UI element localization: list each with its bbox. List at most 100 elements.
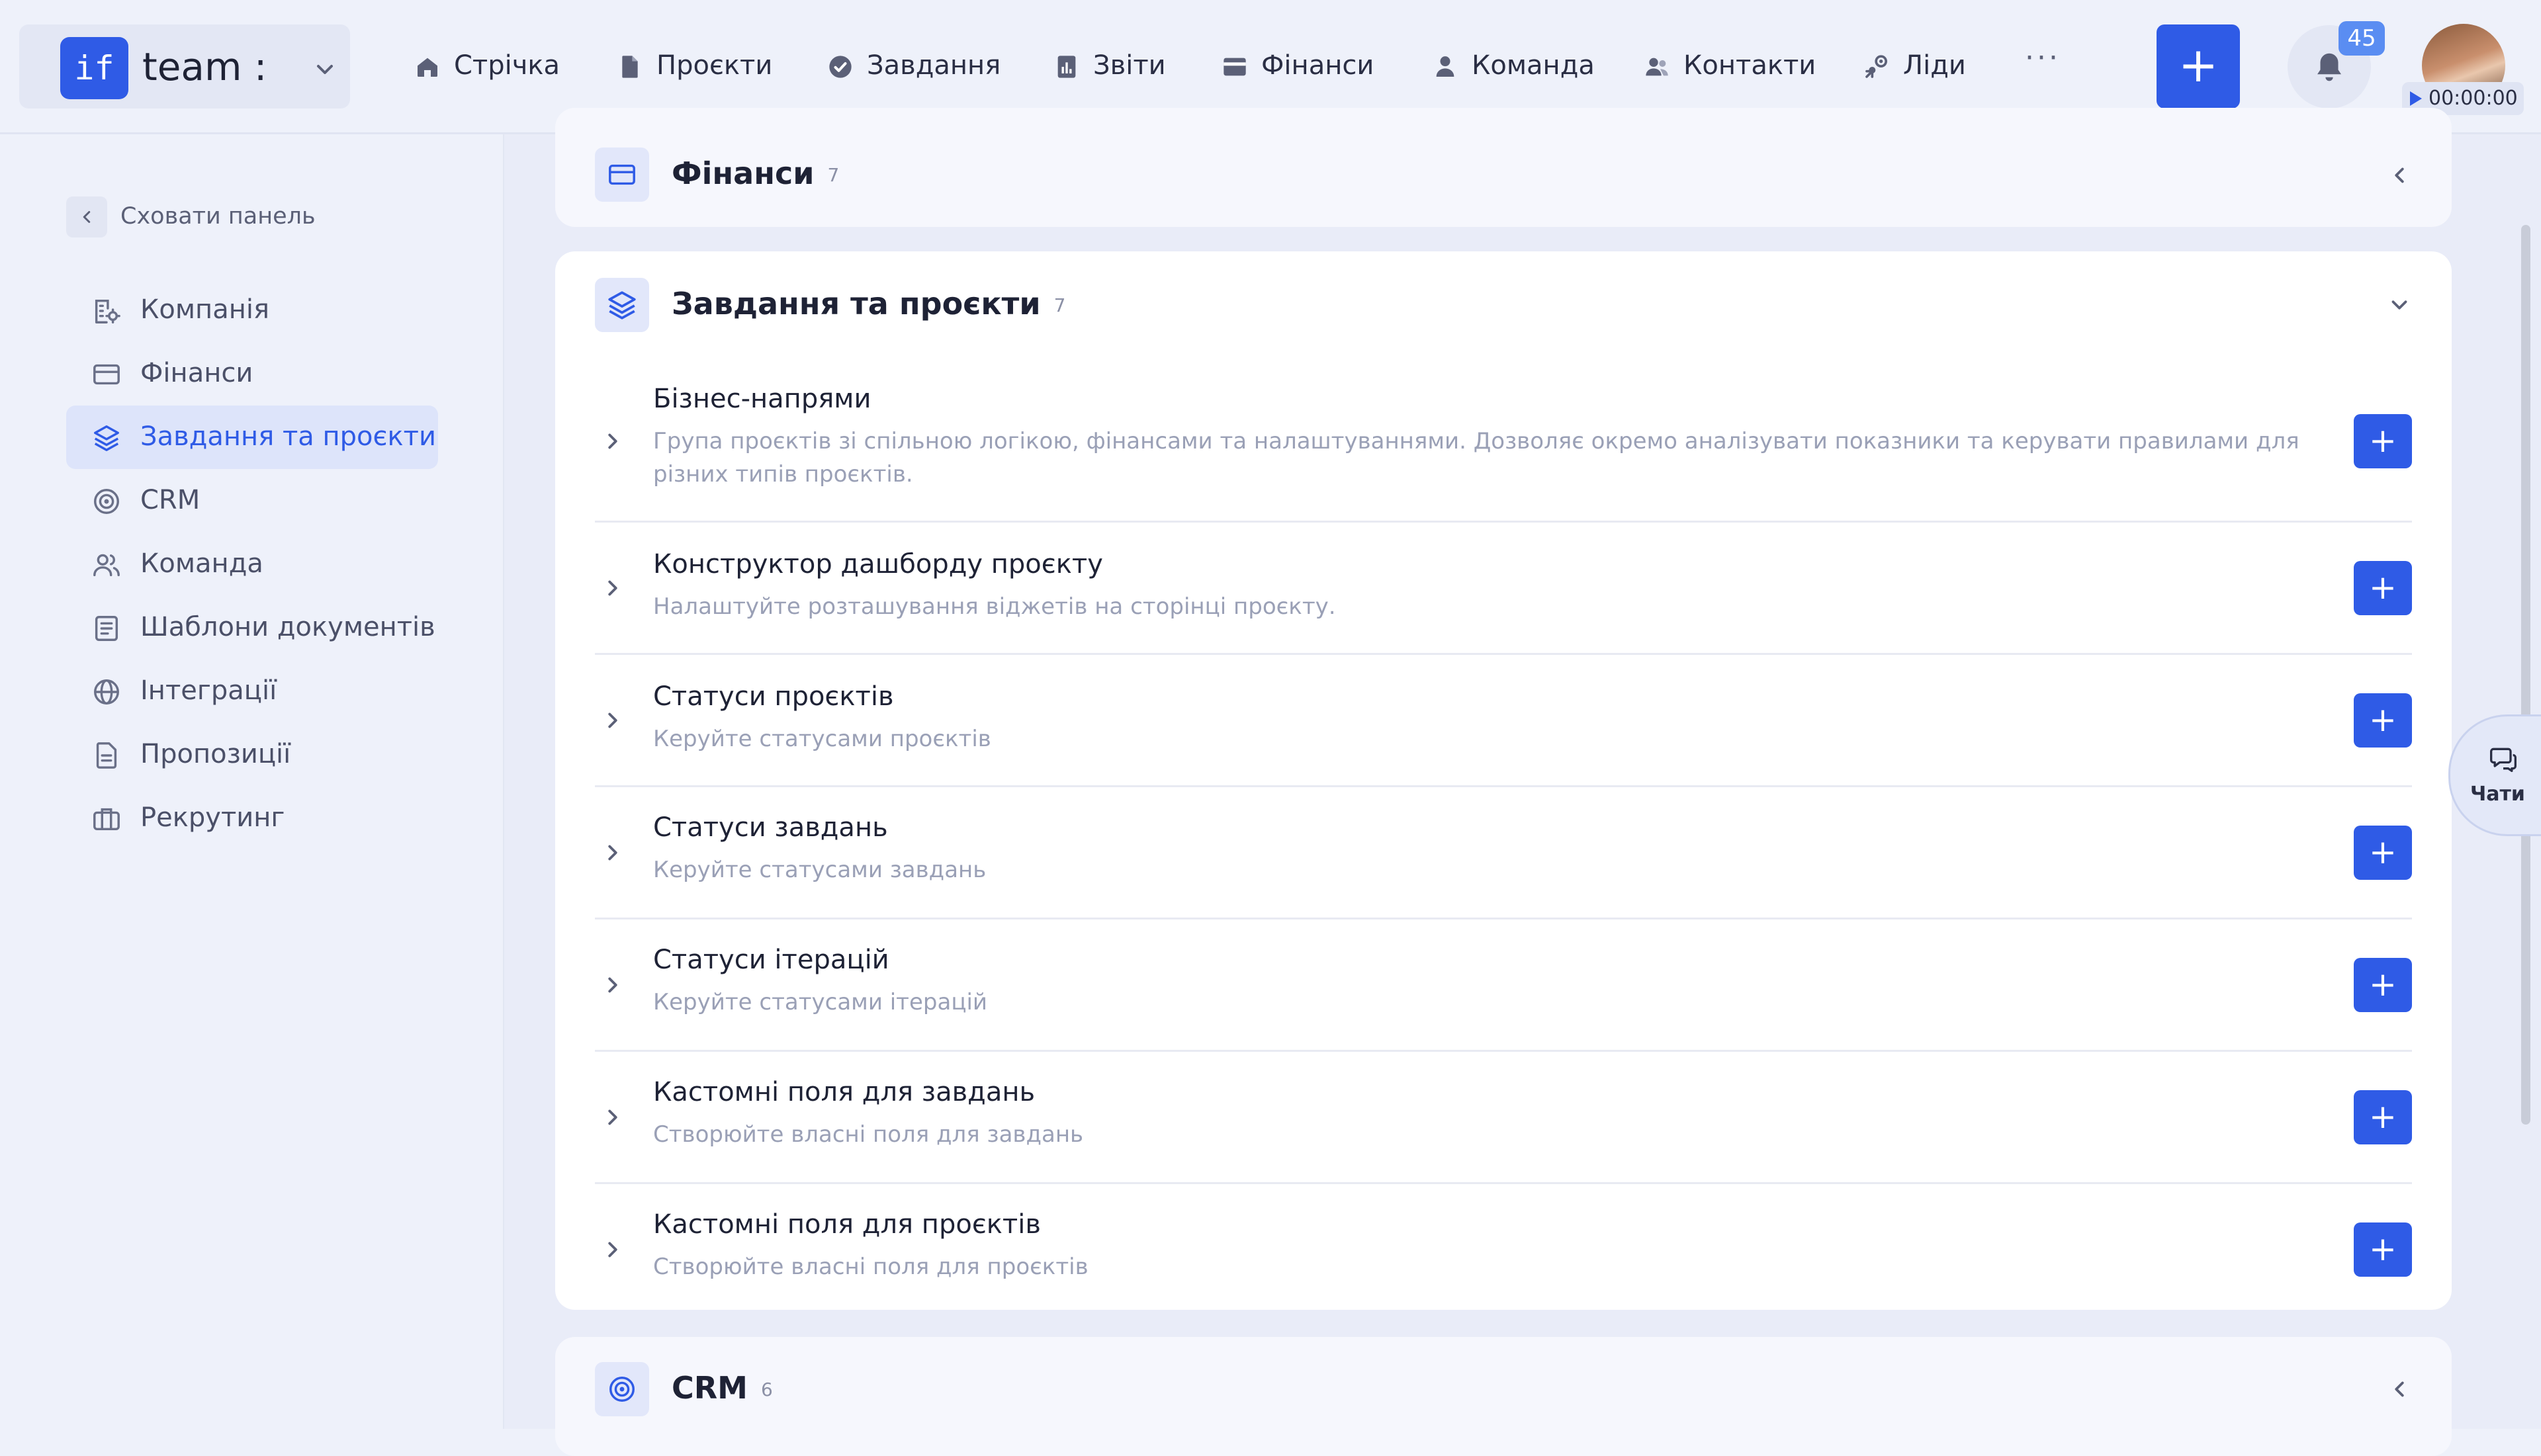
section-title-text: Фінанси: [672, 155, 815, 191]
list-item-project-custom-fields[interactable]: Кастомні поля для проєктів Створюйте вла…: [595, 1184, 2412, 1310]
sidebar-item-label: Фінанси: [140, 358, 253, 388]
chevron-right-icon[interactable]: [600, 708, 625, 733]
nav-item-label: Контакти: [1683, 50, 1816, 81]
nav-item-label: Проєкти: [656, 50, 773, 81]
chevron-right-icon[interactable]: [600, 840, 625, 865]
list-item-description: Налаштуйте розташування віджетів на стор…: [653, 593, 1336, 620]
company-icon: [95, 299, 120, 323]
section-title: Фінанси 7: [672, 155, 839, 191]
target-icon: [94, 489, 119, 514]
report-icon: [1057, 56, 1076, 78]
chevron-left-icon: [83, 211, 91, 223]
chevron-right-icon[interactable]: [600, 1237, 625, 1262]
sidebar-item-label: Завдання та проєкти: [140, 421, 436, 452]
section-icon-box: [595, 1362, 649, 1416]
sidebar-item-team[interactable]: Команда: [66, 533, 438, 596]
list-item-title: Кастомні поля для завдань: [653, 1077, 1036, 1107]
list-item-title: Статуси проєктів: [653, 681, 894, 712]
card-icon: [609, 164, 635, 185]
chevron-down-icon[interactable]: [2387, 292, 2412, 318]
nav-more-button[interactable]: ···: [2025, 41, 2061, 75]
settings-content: Фінанси 7 Завдання та проєкти 7 Бізнес-нап…: [504, 108, 2541, 1456]
target-icon: [609, 1377, 635, 1402]
section-tasks-projects: Завдання та проєкти 7 Бізнес-напрями Груп…: [555, 251, 2452, 1310]
section-finance[interactable]: Фінанси 7: [555, 108, 2452, 227]
sidebar-item-crm[interactable]: CRM: [66, 469, 438, 533]
document-icon: [622, 56, 638, 78]
list-item-description: Керуйте статусами завдань: [653, 857, 987, 883]
sidebar-item-doc-templates[interactable]: Шаблони документів: [66, 596, 438, 660]
section-icon-box: [595, 148, 649, 202]
chevron-left-icon[interactable]: [2387, 1377, 2412, 1402]
nav-item-label: Фінанси: [1261, 50, 1374, 81]
list-item-description: Керуйте статусами проєктів: [653, 726, 991, 752]
section-count: 7: [827, 164, 840, 186]
section-crm[interactable]: CRM 6: [555, 1337, 2452, 1456]
sidebar-item-label: Пропозиції: [140, 739, 291, 769]
contacts-icon: [1646, 58, 1668, 76]
list-item-description: Створюйте власні поля для проєктів: [653, 1254, 1089, 1280]
list-item-project-dashboard-builder[interactable]: Конструктор дашборду проєкту Налаштуйте …: [595, 523, 2412, 655]
plus-icon: +: [2178, 37, 2219, 93]
workspace-switcher[interactable]: if team :: [19, 24, 350, 108]
sidebar-item-label: Команда: [140, 548, 263, 579]
doc-template-icon: [95, 616, 118, 641]
briefcase-icon: [93, 808, 120, 831]
add-button[interactable]: +: [2354, 1090, 2412, 1144]
list-item-title: Конструктор дашборду проєкту: [653, 549, 1103, 579]
chevron-down-icon: [317, 65, 333, 74]
list-item-iteration-statuses[interactable]: Статуси ітерацій Керуйте статусами ітера…: [595, 920, 2412, 1052]
chevron-right-icon[interactable]: [600, 429, 625, 454]
sidebar-item-label: CRM: [140, 485, 201, 515]
list-item-title: Статуси ітерацій: [653, 945, 889, 975]
settings-sidebar: Сховати панель Компанія Фінанси Завдання…: [0, 134, 504, 1429]
section-count: 7: [1053, 294, 1066, 316]
sidebar-item-tasks-projects[interactable]: Завдання та проєкти: [66, 406, 438, 469]
list-item-title: Кастомні поля для проєктів: [653, 1209, 1041, 1240]
section-title-text: CRM: [672, 1370, 748, 1406]
list-item-business-directions[interactable]: Бізнес-напрями Група проєктів зі спільно…: [595, 364, 2412, 523]
section-title-text: Завдання та проєкти: [672, 286, 1041, 321]
brand-logo: if: [60, 37, 128, 99]
list-item-title: Статуси завдань: [653, 812, 888, 843]
add-button[interactable]: +: [2354, 1222, 2412, 1277]
sidebar-item-finance[interactable]: Фінанси: [66, 342, 438, 406]
list-item-project-statuses[interactable]: Статуси проєктів Керуйте статусами проєк…: [595, 655, 2412, 787]
list-item-task-statuses[interactable]: Статуси завдань Керуйте статусами завдан…: [595, 787, 2412, 920]
sidebar-item-company[interactable]: Компанія: [66, 278, 438, 342]
section-icon-box: [595, 278, 649, 332]
sidebar-item-recruiting[interactable]: Рекрутинг: [66, 787, 438, 850]
chevron-left-icon[interactable]: [2387, 163, 2412, 188]
hide-panel-box: [66, 196, 107, 237]
add-button[interactable]: +: [2354, 826, 2412, 880]
create-button[interactable]: +: [2157, 24, 2240, 108]
chat-icon: [2490, 748, 2517, 772]
chevron-right-icon[interactable]: [600, 576, 625, 601]
add-button[interactable]: +: [2354, 693, 2412, 748]
add-button[interactable]: +: [2354, 414, 2412, 468]
sidebar-item-proposals[interactable]: Пропозиції: [66, 723, 438, 787]
scrollbar-thumb[interactable]: [2521, 225, 2530, 1125]
list-item-description: Керуйте статусами ітерацій: [653, 989, 988, 1015]
chats-label: Чати: [2470, 783, 2525, 806]
sidebar-item-label: Шаблони документів: [140, 612, 435, 642]
add-button[interactable]: +: [2354, 561, 2412, 615]
leads-icon: [1865, 55, 1887, 78]
users-icon: [93, 554, 120, 577]
section-title: CRM 6: [672, 1370, 773, 1406]
list-item-description: Створюйте власні поля для завдань: [653, 1121, 1084, 1148]
chevron-right-icon[interactable]: [600, 1105, 625, 1130]
sidebar-item-integrations[interactable]: Інтеграції: [66, 660, 438, 723]
nav-item-label: Стрічка: [454, 50, 560, 81]
wallet-icon: [1224, 58, 1246, 76]
nav-item-label: Ліди: [1903, 50, 1966, 81]
section-count: 6: [760, 1379, 773, 1400]
sidebar-item-label: Рекрутинг: [140, 802, 285, 833]
sidebar-item-label: Інтеграції: [140, 675, 277, 706]
brand-name: team :: [142, 44, 267, 89]
add-button[interactable]: +: [2354, 958, 2412, 1012]
user-icon: [1436, 56, 1454, 77]
chevron-right-icon[interactable]: [600, 972, 625, 998]
globe-icon: [94, 679, 119, 705]
list-item-task-custom-fields[interactable]: Кастомні поля для завдань Створюйте влас…: [595, 1052, 2412, 1184]
